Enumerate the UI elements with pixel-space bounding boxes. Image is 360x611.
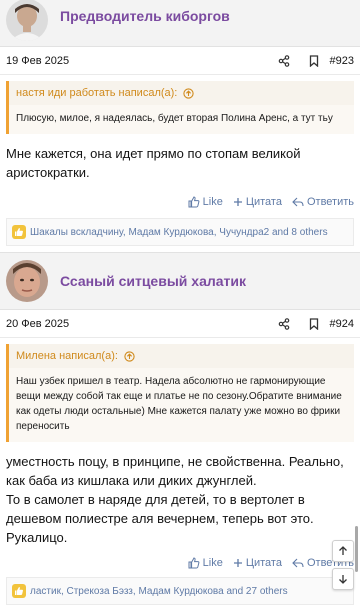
scrollbar[interactable]	[355, 526, 358, 572]
quote-block: Милена написал(а): Наш узбек пришел в те…	[6, 344, 354, 442]
reply-icon	[292, 197, 304, 207]
username[interactable]: Предводитель киборгов	[60, 8, 230, 24]
quote-header[interactable]: настя иди работать написал(а):	[9, 81, 354, 105]
post-number[interactable]: #924	[330, 318, 354, 330]
reply-icon	[292, 558, 304, 568]
quote-button[interactable]: Цитата	[233, 196, 282, 208]
post-header: 20 Фев 2025 #924	[0, 310, 360, 338]
post-user-row: Ссаный ситцевый халатик	[0, 253, 360, 309]
scroll-down-icon	[339, 575, 347, 584]
avatar[interactable]	[6, 260, 48, 302]
quote-button[interactable]: Цитата	[233, 557, 282, 569]
quote-block: настя иди работать написал(а): Плюсую, м…	[6, 81, 354, 134]
post-body: уместность поцу, в принципе, не свойстве…	[6, 454, 344, 545]
thumbs-up-icon	[12, 225, 26, 239]
bookmark-icon[interactable]	[306, 53, 322, 69]
thumbs-up-icon	[12, 584, 26, 598]
quote-author[interactable]: Милена написал(а):	[16, 350, 118, 362]
quote-label: Цитата	[245, 196, 282, 208]
post-actions: Like Цитата Ответить	[0, 547, 360, 577]
like-button[interactable]: Like	[188, 196, 223, 208]
avatar[interactable]	[6, 0, 48, 41]
quote-arrow-icon[interactable]	[124, 350, 135, 362]
post-header: 19 Фев 2025 #923	[0, 47, 360, 75]
quote-header[interactable]: Милена написал(а):	[9, 344, 354, 368]
share-icon[interactable]	[276, 53, 292, 69]
like-button[interactable]: Like	[188, 557, 223, 569]
reactions-bar[interactable]: Шакалы вскладчину, Мадам Курдюкова, Чучу…	[6, 218, 354, 246]
reactions-bar[interactable]: ластик, Стрекоза Бэзз, Мадам Курдюкова a…	[6, 577, 354, 605]
post-actions: Like Цитата Ответить	[0, 182, 360, 218]
quote-text: Плюсую, милое, я надеялась, будет вторая…	[16, 113, 333, 124]
like-icon	[188, 196, 200, 208]
like-label: Like	[202, 557, 223, 569]
scroll-up-button[interactable]	[332, 540, 354, 562]
post-number[interactable]: #923	[330, 55, 354, 67]
plus-icon	[233, 559, 242, 567]
post-date[interactable]: 20 Фев 2025	[6, 318, 262, 330]
reply-button[interactable]: Ответить	[292, 196, 354, 208]
post-923: 19 Фев 2025 #923 настя иди работать напи…	[0, 46, 360, 253]
quote-label: Цитата	[245, 557, 282, 569]
reactions-text[interactable]: Шакалы вскладчину, Мадам Курдюкова, Чучу…	[30, 227, 328, 238]
like-icon	[188, 557, 200, 569]
scroll-down-button[interactable]	[332, 568, 354, 590]
like-label: Like	[202, 196, 223, 208]
post-date[interactable]: 19 Фев 2025	[6, 55, 262, 67]
post-body: Мне кажется, она идет прямо по стопам ве…	[6, 146, 301, 180]
post-user-row: Предводитель киборгов	[0, 0, 360, 46]
quote-text: Наш узбек пришел в театр. Надела абсолют…	[16, 376, 342, 432]
share-icon[interactable]	[276, 316, 292, 332]
bookmark-icon[interactable]	[306, 316, 322, 332]
reactions-text[interactable]: ластик, Стрекоза Бэзз, Мадам Курдюкова a…	[30, 586, 288, 597]
quote-arrow-icon[interactable]	[183, 87, 195, 99]
post-924: 20 Фев 2025 #924 Милена написал(а): Наш …	[0, 309, 360, 611]
scroll-up-icon	[339, 546, 347, 555]
plus-icon	[233, 198, 242, 206]
username[interactable]: Ссаный ситцевый халатик	[60, 273, 246, 289]
reply-label: Ответить	[306, 196, 354, 208]
quote-author[interactable]: настя иди работать написал(а):	[16, 87, 177, 99]
